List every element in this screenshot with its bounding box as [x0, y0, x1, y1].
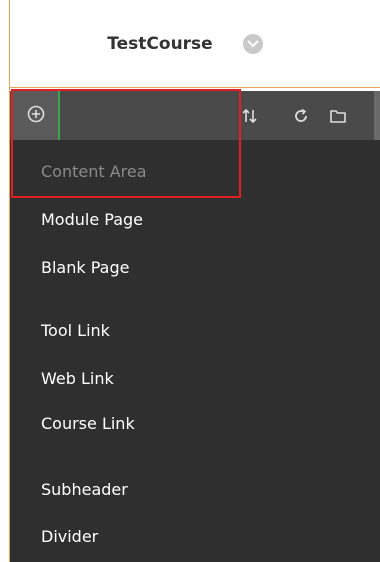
menu-item-tool-link[interactable]: Tool Link [41, 321, 110, 340]
menu-item-subheader[interactable]: Subheader [41, 480, 128, 499]
course-title[interactable]: TestCourse [107, 34, 212, 54]
course-header: TestCourse [10, 0, 380, 88]
folder-icon[interactable] [328, 106, 348, 126]
chevron-down-icon[interactable] [242, 33, 263, 54]
course-menu-toolbar [10, 91, 380, 140]
menu-item-module-page[interactable]: Module Page [41, 210, 143, 229]
toolbar-scroll-edge [374, 91, 380, 140]
menu-item-content-area[interactable]: Content Area [41, 162, 147, 181]
add-menu-dropdown: Content Area Module Page Blank Page Tool… [10, 140, 380, 562]
menu-item-web-link[interactable]: Web Link [41, 369, 114, 388]
menu-item-blank-page[interactable]: Blank Page [41, 258, 129, 277]
sort-icon[interactable] [240, 106, 260, 126]
refresh-icon[interactable] [291, 106, 311, 126]
add-menu-item-button[interactable] [13, 91, 60, 140]
menu-item-course-link[interactable]: Course Link [41, 414, 135, 433]
menu-item-divider[interactable]: Divider [41, 527, 98, 546]
add-circle-icon [27, 105, 45, 127]
